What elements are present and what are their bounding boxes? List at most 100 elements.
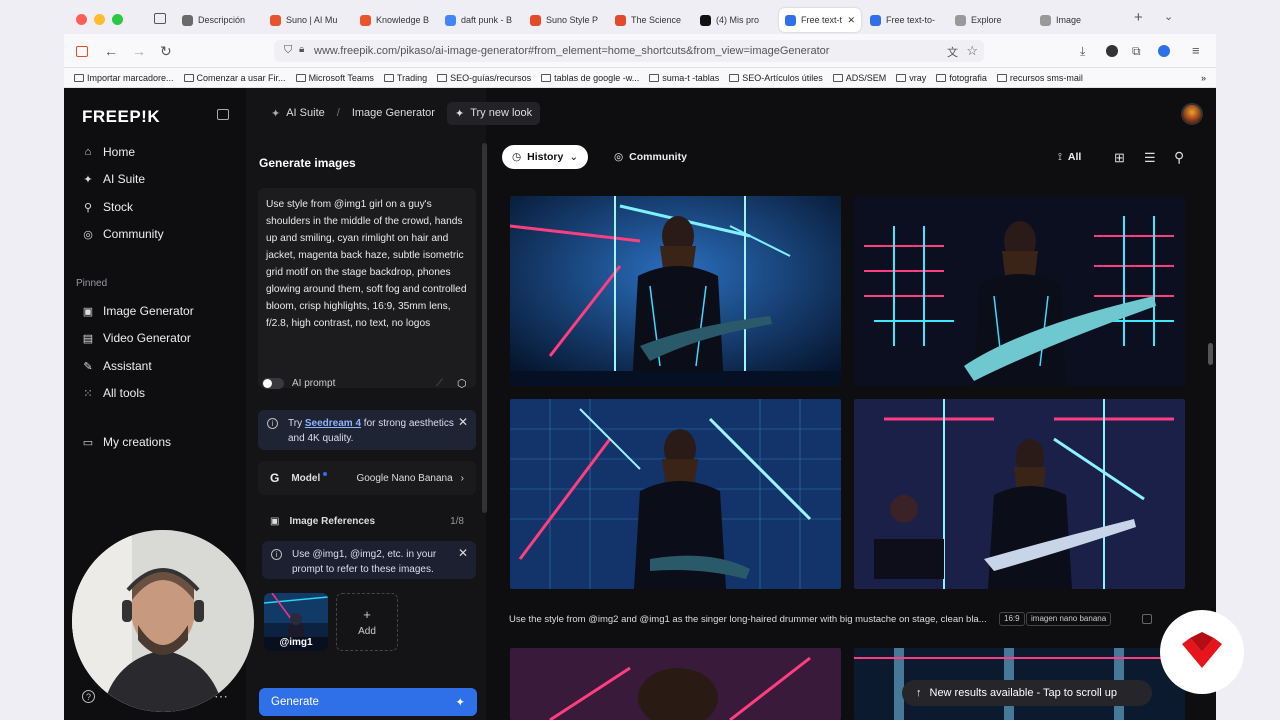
seedream-link[interactable]: Seedream 4 <box>305 418 361 429</box>
folder-icon <box>541 73 552 82</box>
sidebar-item-all-tools[interactable]: ⁙ All tools <box>82 382 145 404</box>
generated-image-1[interactable] <box>510 196 841 386</box>
generated-image-5[interactable] <box>510 648 841 720</box>
menu-icon[interactable]: ≡ <box>1192 43 1200 58</box>
browser-tab[interactable]: Free text-t ✕ <box>779 8 861 32</box>
new-results-label: New results available - Tap to scroll up <box>929 687 1118 699</box>
generated-image-2[interactable] <box>854 196 1185 386</box>
forward-button[interactable]: → <box>132 43 146 59</box>
browser-tab[interactable]: daft punk - B <box>439 8 521 32</box>
zoom-window-button[interactable] <box>112 14 123 25</box>
bookmark-item[interactable]: suma-t -tablas <box>649 73 719 83</box>
browser-tab[interactable]: Free text-to- <box>864 8 946 32</box>
reference-image-thumbnail[interactable]: @img1 <box>264 593 328 651</box>
generate-button[interactable]: Generate ✦ <box>259 688 477 716</box>
select-checkbox[interactable] <box>1142 614 1152 624</box>
folder-icon <box>183 73 194 82</box>
info-icon: i <box>267 418 278 429</box>
close-window-button[interactable] <box>76 14 87 25</box>
bookmark-item[interactable]: SEO-guías/recursos <box>437 73 531 83</box>
user-avatar[interactable] <box>1181 103 1203 125</box>
enhance-icon[interactable]: ⟋ <box>436 378 443 389</box>
search-icon: ⚲ <box>83 201 93 214</box>
ai-prompt-toggle[interactable]: AI prompt <box>262 378 335 389</box>
extension-icon[interactable] <box>1106 45 1118 57</box>
browser-tab[interactable]: Explore <box>949 8 1031 32</box>
breadcrumb-ai-suite[interactable]: AI Suite <box>286 107 325 119</box>
minimize-window-button[interactable] <box>94 14 105 25</box>
address-bar[interactable]: ⛉ 🔒︎ www.freepik.com/pikaso/ai-image-gen… <box>274 40 984 62</box>
tab-list-chevron-icon[interactable]: ⌄ <box>1164 10 1173 23</box>
tab-overview-icon[interactable] <box>154 13 166 24</box>
browser-tab[interactable]: Suno Style P <box>524 8 606 32</box>
sidebar-item-my-creations[interactable]: ▭ My creations <box>82 431 171 453</box>
grid-icon: ⁙ <box>83 387 93 400</box>
url-text: www.freepik.com/pikaso/ai-image-generato… <box>314 45 830 57</box>
sidebar-item-assistant[interactable]: ✎ Assistant <box>82 355 151 377</box>
bookmark-label: Importar marcadore... <box>87 72 174 83</box>
sidebar-item-stock[interactable]: ⚲ Stock <box>82 196 133 218</box>
history-tab[interactable]: ◷ History ⌄ <box>502 145 589 169</box>
back-button[interactable]: ← <box>104 43 118 59</box>
add-reference-button[interactable]: + Add <box>336 593 398 651</box>
prompt-input[interactable]: Use style from @img1 girl on a guy's sho… <box>258 188 476 388</box>
bookmarks-bar: Importar marcadore... Comenzar a usar Fir… <box>64 68 1216 88</box>
sidebar-item-ai-suite[interactable]: ✦ AI Suite <box>82 168 145 190</box>
model-selector[interactable]: G Model Google Nano Banana › <box>258 461 476 495</box>
assistant-icon: ✎ <box>83 360 93 373</box>
bookmark-label: fotografia <box>949 72 987 83</box>
generated-image-3[interactable] <box>510 399 841 589</box>
bookmark-item[interactable]: SEO-Artículos útiles <box>729 73 823 83</box>
downloads-icon[interactable]: ⤓ <box>1080 44 1085 59</box>
search-icon[interactable]: ⚲ <box>1174 149 1184 166</box>
bookmark-item[interactable]: ADS/SEM <box>832 73 886 83</box>
more-bookmarks-icon[interactable]: » <box>1201 73 1206 83</box>
sidebar-item-image-generator[interactable]: ▣ Image Generator <box>82 300 194 322</box>
sidebar-item-home[interactable]: ⌂ Home <box>82 141 135 163</box>
settings-sliders-icon[interactable]: ☰ <box>1144 150 1156 166</box>
window-controls <box>76 14 123 25</box>
new-results-toast[interactable]: ↑ New results available - Tap to scroll … <box>902 680 1152 706</box>
grid-view-icon[interactable]: ⊞ <box>1114 150 1125 166</box>
profile-icon[interactable] <box>1158 45 1170 57</box>
help-icon[interactable]: ? <box>82 690 95 703</box>
browser-tab[interactable]: (4) Mis pro <box>694 8 776 32</box>
close-icon[interactable]: ✕ <box>458 546 468 561</box>
browser-tab[interactable]: Descripción <box>176 8 258 32</box>
logo-mark <box>1182 632 1222 668</box>
browser-tab[interactable]: Image <box>1034 8 1116 32</box>
community-tab[interactable]: ◎ Community <box>604 145 697 169</box>
browser-tab[interactable]: Knowledge B <box>354 8 436 32</box>
results-scrollbar[interactable] <box>1208 343 1213 365</box>
sidebar-toggle-icon[interactable] <box>76 46 88 57</box>
browser-tab[interactable]: Suno | AI Mu <box>264 8 346 32</box>
bookmark-item[interactable]: vray <box>896 73 926 83</box>
bookmark-item[interactable]: Trading <box>383 73 427 83</box>
bookmark-item[interactable]: Microsoft Teams <box>295 73 374 83</box>
breadcrumb-image-generator[interactable]: Image Generator <box>352 107 435 119</box>
generated-image-4[interactable] <box>854 399 1185 589</box>
try-new-look-button[interactable]: ✦ Try new look <box>446 101 541 125</box>
browser-tab[interactable]: The Science <box>609 8 691 32</box>
close-icon[interactable]: ✕ <box>458 415 468 430</box>
sidebar-item-community[interactable]: ◎ Community <box>82 223 164 245</box>
new-tab-button[interactable]: + <box>1134 9 1143 26</box>
bookmark-item[interactable]: Importar marcadore... <box>74 73 174 83</box>
sidebar-item-video-generator[interactable]: ▤ Video Generator <box>82 327 191 349</box>
panel-scrollbar[interactable] <box>482 143 487 513</box>
toggle-switch[interactable] <box>262 378 284 389</box>
aspect-ratio-tag: 16:9 <box>999 612 1025 626</box>
bookmark-item[interactable]: recursos sms-mail <box>996 73 1083 83</box>
generation-prompt-caption[interactable]: Use the style from @img2 and @img1 as th… <box>509 614 987 625</box>
reload-button[interactable]: ↻ <box>160 43 172 60</box>
close-tab-icon[interactable]: ✕ <box>847 15 855 26</box>
cube-icon[interactable]: ⬡ <box>457 377 467 390</box>
globe-icon: ◎ <box>614 151 624 163</box>
puzzle-icon[interactable]: ⧉ <box>1132 44 1141 59</box>
translate-icon[interactable]: 文 <box>947 44 958 60</box>
bookmark-star-icon[interactable]: ☆ <box>966 43 978 59</box>
bookmark-item[interactable]: Comenzar a usar Fir... <box>183 73 286 83</box>
bookmark-item[interactable]: fotografia <box>936 73 987 83</box>
bookmark-item[interactable]: tablas de google -w... <box>541 73 639 83</box>
filter-all-button[interactable]: ⟟ All <box>1048 145 1091 169</box>
